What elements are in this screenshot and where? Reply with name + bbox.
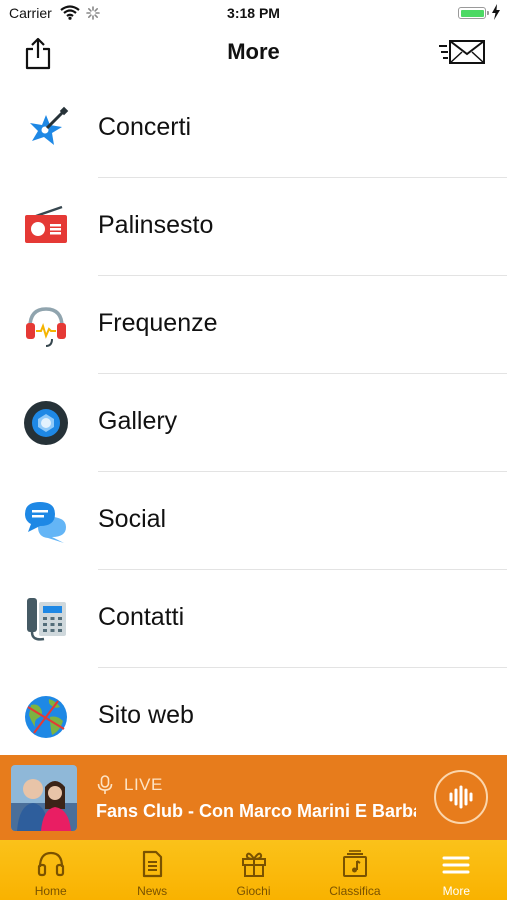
menu-item-contatti[interactable]: Contatti bbox=[0, 570, 507, 668]
menu-item-label: Palinsesto bbox=[98, 211, 214, 239]
battery-cap bbox=[487, 11, 489, 15]
menu-item-palinsesto[interactable]: Palinsesto bbox=[0, 178, 507, 276]
tab-bar: Home News Giochi Classifica More bbox=[0, 840, 507, 900]
sound-wave-icon bbox=[449, 785, 473, 809]
chat-bubbles-icon bbox=[22, 497, 70, 545]
navigation-bar: More bbox=[0, 28, 507, 76]
mail-send-icon bbox=[439, 40, 485, 64]
menu-item-label: Contatti bbox=[98, 603, 185, 631]
menu-item-concerti[interactable]: Concerti bbox=[0, 80, 507, 178]
headphones-icon bbox=[22, 301, 70, 349]
menu-item-sito-web[interactable]: Sito web bbox=[0, 668, 507, 766]
document-icon bbox=[143, 850, 163, 878]
tab-label: Giochi bbox=[236, 884, 271, 898]
charging-bolt-icon bbox=[491, 4, 501, 25]
microphone-icon bbox=[97, 775, 113, 794]
menu-item-social[interactable]: Social bbox=[0, 472, 507, 570]
menu-item-label: Concerti bbox=[98, 113, 192, 141]
track-title: Fans Club - Con Marco Marini E Barba bbox=[96, 801, 416, 821]
menu-icon bbox=[442, 856, 470, 874]
tab-news[interactable]: News bbox=[101, 840, 202, 900]
tab-label: News bbox=[137, 884, 168, 898]
menu-item-label: Frequenze bbox=[98, 309, 218, 337]
camera-lens-icon bbox=[22, 399, 70, 447]
tab-label: Home bbox=[34, 884, 67, 898]
telephone-icon bbox=[22, 595, 70, 643]
radio-icon bbox=[22, 203, 70, 251]
audio-stream-button[interactable] bbox=[434, 770, 488, 824]
tab-label: More bbox=[442, 884, 470, 898]
globe-icon bbox=[22, 693, 70, 741]
menu-item-label: Sito web bbox=[98, 701, 194, 729]
menu-item-gallery[interactable]: Gallery bbox=[0, 374, 507, 472]
now-playing-bar[interactable]: LIVE Fans Club - Con Marco Marini E Barb… bbox=[0, 755, 507, 840]
more-menu-list: Concerti Palinsesto Frequenze Gallery So… bbox=[0, 80, 507, 766]
gift-icon bbox=[241, 852, 266, 877]
status-bar: Carrier 3:18 PM bbox=[0, 0, 507, 28]
page-title: More bbox=[227, 39, 280, 64]
send-message-button[interactable] bbox=[438, 38, 488, 68]
battery-icon bbox=[458, 7, 486, 19]
menu-item-label: Gallery bbox=[98, 407, 178, 435]
album-artwork bbox=[11, 765, 77, 831]
live-label: LIVE bbox=[124, 775, 163, 794]
guitar-icon bbox=[22, 105, 70, 153]
tab-home[interactable]: Home bbox=[0, 840, 101, 900]
tab-classifica[interactable]: Classifica bbox=[304, 840, 405, 900]
tab-giochi[interactable]: Giochi bbox=[203, 840, 304, 900]
music-album-icon bbox=[342, 850, 367, 877]
menu-item-label: Social bbox=[98, 505, 167, 533]
tab-label: Classifica bbox=[329, 884, 381, 898]
menu-item-frequenze[interactable]: Frequenze bbox=[0, 276, 507, 374]
clock: 3:18 PM bbox=[227, 5, 280, 21]
headphones-icon bbox=[37, 851, 64, 877]
tab-more[interactable]: More bbox=[406, 840, 507, 900]
